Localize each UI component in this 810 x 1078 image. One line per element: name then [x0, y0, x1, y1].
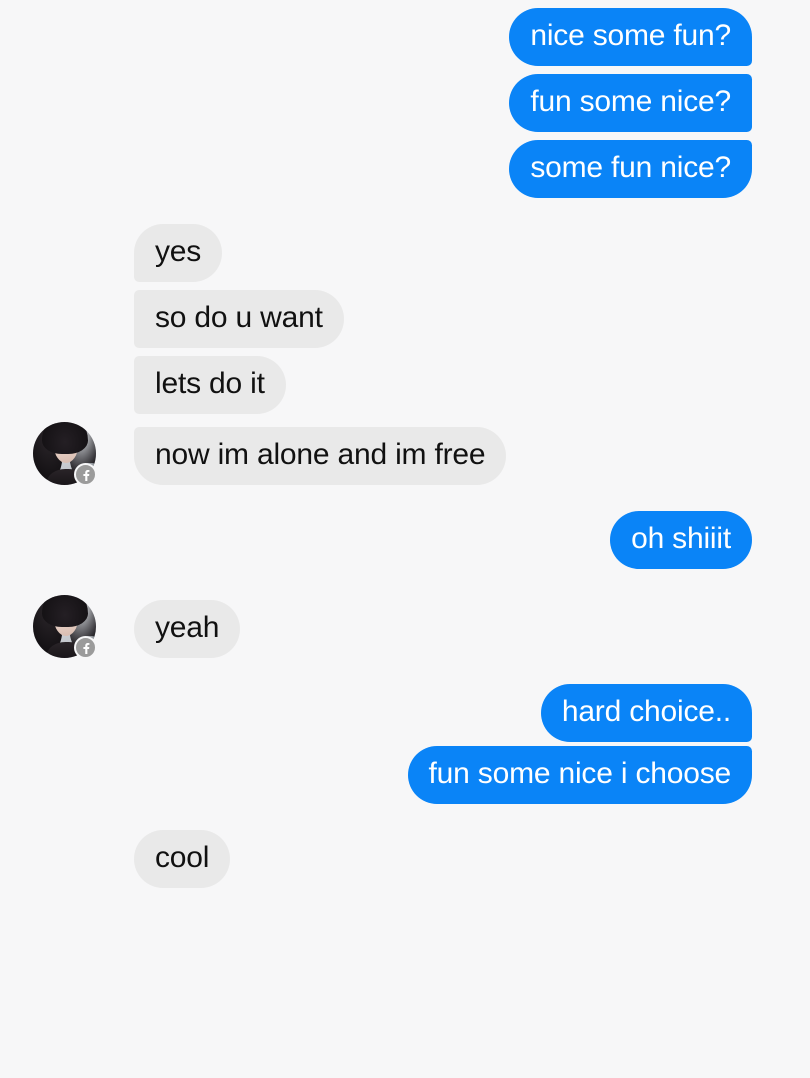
- message-row: oh shiiit: [33, 511, 752, 569]
- avatar-gutter: [33, 413, 96, 414]
- message-row: yeah: [33, 595, 752, 659]
- message-gap: [33, 804, 752, 830]
- message-bubble-outgoing[interactable]: some fun nice?: [509, 140, 752, 198]
- message-bubble-incoming[interactable]: now im alone and im free: [134, 427, 507, 485]
- avatar-hair-top: [42, 422, 88, 454]
- message-bubble-outgoing[interactable]: oh shiiit: [610, 511, 752, 569]
- message-row: some fun nice?: [33, 140, 752, 198]
- message-gap: [33, 66, 752, 74]
- message-gap: [33, 132, 752, 140]
- avatar-gutter: [33, 422, 97, 486]
- facebook-icon: [74, 636, 97, 659]
- message-bubble-incoming[interactable]: yeah: [134, 600, 241, 658]
- message-bubble-incoming[interactable]: so do u want: [134, 290, 344, 348]
- message-bubble-outgoing[interactable]: nice some fun?: [509, 8, 752, 66]
- message-bubble-incoming[interactable]: yes: [134, 224, 223, 282]
- message-row: now im alone and im free: [33, 422, 752, 486]
- avatar-gutter: [33, 347, 96, 348]
- avatar-gutter: [33, 281, 96, 282]
- avatar[interactable]: [33, 595, 97, 659]
- message-row: cool: [33, 830, 752, 888]
- message-gap: [33, 414, 752, 422]
- message-bubble-outgoing[interactable]: hard choice..: [540, 684, 752, 742]
- message-row: lets do it: [33, 356, 752, 414]
- message-row: yes: [33, 224, 752, 282]
- message-bubble-outgoing[interactable]: fun some nice?: [509, 74, 752, 132]
- message-bubble-incoming[interactable]: lets do it: [134, 356, 286, 414]
- message-gap: [33, 348, 752, 356]
- message-row: nice some fun?: [33, 8, 752, 66]
- message-row: fun some nice i choose: [33, 746, 752, 804]
- avatar-gutter: [33, 595, 97, 659]
- message-gap: [33, 198, 752, 224]
- message-gap: [33, 658, 752, 684]
- message-gap: [33, 569, 752, 595]
- message-row: so do u want: [33, 290, 752, 348]
- message-bubble-incoming[interactable]: cool: [134, 830, 231, 888]
- avatar-gutter: [33, 887, 96, 888]
- avatar[interactable]: [33, 422, 97, 486]
- message-row: fun some nice?: [33, 74, 752, 132]
- message-thread[interactable]: nice some fun? fun some nice? some fun n…: [0, 0, 810, 1078]
- message-gap: [33, 282, 752, 290]
- facebook-icon: [74, 463, 97, 486]
- message-bubble-outgoing[interactable]: fun some nice i choose: [407, 746, 752, 804]
- message-row: hard choice..: [33, 684, 752, 742]
- avatar-hair-top: [42, 595, 88, 627]
- message-gap: [33, 485, 752, 511]
